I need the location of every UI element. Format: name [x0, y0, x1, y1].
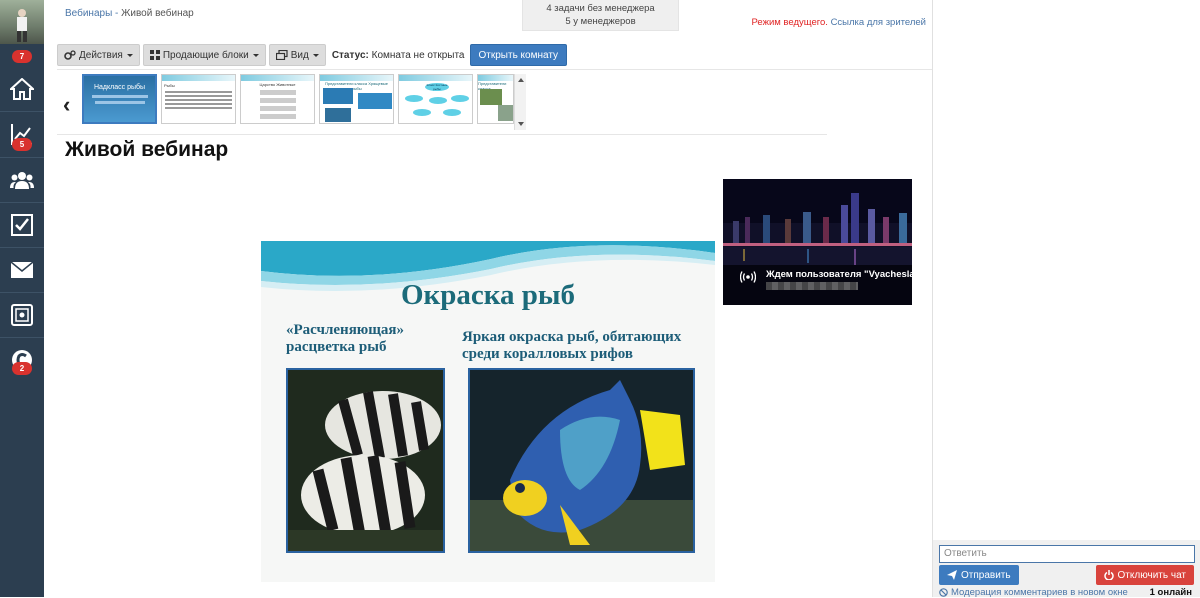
slide-thumb-3[interactable]: Царство Животные: [240, 74, 315, 124]
user-photo: [17, 9, 27, 42]
chat-input-area: Ответить Отправить Отключить чат Модерац…: [932, 540, 1200, 598]
caption-left: «Расчленяющая» расцветка рыб: [286, 322, 405, 355]
avatar[interactable]: [0, 0, 44, 44]
sidebar-item-safe[interactable]: [0, 293, 44, 337]
mode-links: Режим ведущего. Ссылка для зрителей: [752, 17, 927, 28]
ban-icon: [939, 588, 948, 597]
slide-thumb-2[interactable]: Рыбы: [161, 74, 236, 124]
chat-messages-panel: [932, 0, 1200, 540]
sidebar-item-mail[interactable]: [0, 248, 44, 292]
window-restore-icon: [275, 50, 288, 60]
room-status: Статус: Комната не открыта: [331, 49, 465, 61]
sidebar-item-tasks[interactable]: [0, 203, 44, 247]
cogs-icon: [64, 50, 76, 60]
slide-thumb-1[interactable]: Надкласс рыбы: [82, 74, 157, 124]
open-room-button[interactable]: Открыть комнату: [469, 44, 568, 66]
view-dropdown[interactable]: Вид: [268, 44, 326, 66]
angelfish-photo: [468, 368, 695, 553]
analytics-badge: 5: [12, 138, 32, 151]
sidebar-item-home[interactable]: [0, 67, 44, 111]
caption-right: Яркая окраска рыб, обитающих среди корал…: [462, 329, 682, 362]
tasks-with-managers[interactable]: 5 у менеджеров: [523, 16, 678, 29]
slides-strip: ‹ › Надкласс рыбы Рыбы Царство Животные …: [57, 72, 527, 132]
viewers-link[interactable]: Ссылка для зрителей: [831, 17, 926, 28]
actions-dropdown[interactable]: Действия: [57, 44, 140, 66]
slide-thumb-5[interactable]: Класс Костные рыбы: [398, 74, 473, 124]
avatar-badge: 7: [12, 50, 32, 63]
prev-slide-arrow[interactable]: ‹: [63, 92, 70, 118]
disable-chat-button[interactable]: Отключить чат: [1095, 565, 1194, 585]
video-player[interactable]: Ждем пользователя "Vyacheslav: [723, 179, 912, 305]
page-title: Живой вебинар: [65, 138, 229, 161]
tasks-info-box: 4 задачи без менеджера 5 у менеджеров: [522, 0, 679, 31]
left-sidebar: 7 5 2: [0, 0, 44, 597]
mail-icon: [11, 262, 33, 278]
caret-down-icon: [126, 53, 133, 57]
paper-plane-icon: [947, 570, 957, 580]
strip-scrollbar[interactable]: [514, 74, 526, 130]
presenter-mode-label: Режим ведущего.: [751, 17, 828, 28]
online-count: 1 онлайн: [1149, 587, 1192, 598]
sidebar-item-users[interactable]: [0, 158, 44, 202]
breadcrumb-current: Живой вебинар: [121, 8, 194, 19]
send-button[interactable]: Отправить: [939, 565, 1019, 585]
grid-icon: [149, 50, 160, 60]
sidebar-item-brand[interactable]: [0, 338, 44, 382]
butterflyfish-photo: [286, 368, 445, 553]
waiting-user-label: Ждем пользователя "Vyacheslav: [766, 269, 912, 280]
safe-icon: [11, 304, 33, 326]
blurred-subtitle: [766, 282, 858, 290]
toolbar: Действия Продающие блоки Вид Статус: Ком…: [57, 44, 568, 66]
slide-thumb-4[interactable]: Представители класса Хрящевые рыбы: [319, 74, 394, 124]
presentation-slide: Окраска рыб «Расчленяющая» расцветка рыб…: [261, 241, 715, 582]
butterflyfish-image: [288, 370, 443, 551]
slide-title: Окраска рыб: [400, 279, 576, 311]
caret-down-icon: [252, 53, 259, 57]
power-icon: [1103, 570, 1114, 580]
tasks-without-manager[interactable]: 4 задачи без менеджера: [523, 3, 678, 16]
home-icon: [10, 78, 34, 100]
brand-badge: 2: [12, 362, 32, 375]
checkbox-icon: [11, 214, 33, 236]
moderation-link[interactable]: Модерация комментариев в новом окне: [939, 587, 1128, 598]
breadcrumb: Вебинары - Живой вебинар: [65, 8, 194, 19]
selling-blocks-dropdown[interactable]: Продающие блоки: [142, 44, 266, 66]
caret-down-icon: [312, 53, 319, 57]
users-icon: [10, 172, 34, 189]
breadcrumb-root[interactable]: Вебинары: [65, 8, 112, 19]
angelfish-image: [470, 370, 693, 551]
slide-thumb-6[interactable]: Представители класса: [477, 74, 514, 124]
reply-input[interactable]: Ответить: [939, 545, 1195, 563]
broadcast-icon: [740, 271, 756, 283]
